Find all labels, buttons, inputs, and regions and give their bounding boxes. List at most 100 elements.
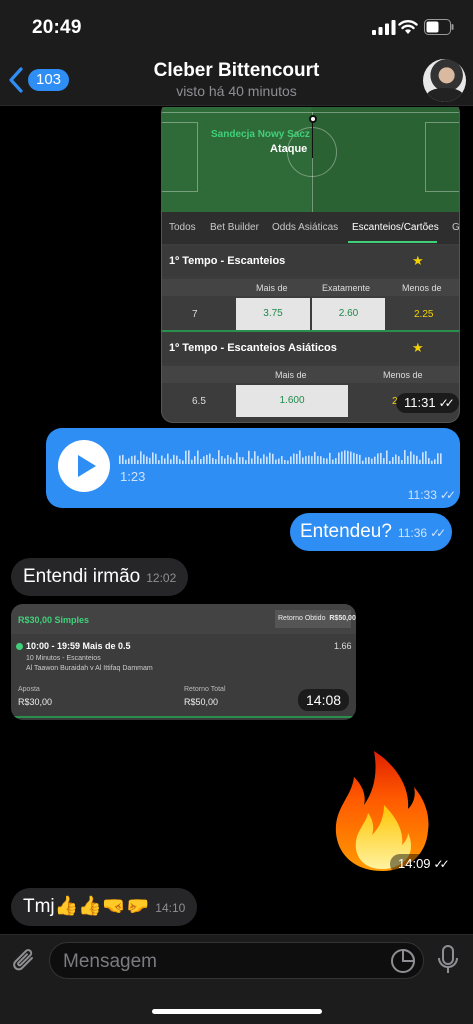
waveform-bar [341, 451, 343, 464]
waveform-bar [305, 456, 307, 464]
message-input[interactable]: Mensagem [49, 942, 424, 979]
waveform-bar [275, 459, 277, 464]
voice-message[interactable]: 1:23 11:33 ✓✓ [46, 428, 460, 508]
waveform-bar [362, 460, 364, 464]
col-mais-de: Mais de [256, 283, 288, 293]
odd-over: 3.75 [236, 298, 310, 330]
waveform-bar [437, 453, 439, 464]
waveform-bar [287, 460, 289, 464]
waveform-bar [332, 459, 334, 464]
waveform-bar [215, 459, 217, 464]
message-timestamp: 12:02 [146, 571, 177, 585]
waveform-bar [251, 458, 253, 464]
check-circle-icon [16, 643, 23, 650]
odd-under: 2.25 [414, 309, 434, 320]
outgoing-message[interactable]: Entendeu? 11:36 ✓✓ [290, 513, 453, 551]
ball-trail [312, 122, 313, 158]
home-indicator [152, 1009, 322, 1014]
waveform-bar [125, 459, 127, 464]
waveform-bar [401, 460, 403, 464]
col-exatamente: Exatamente [322, 283, 371, 293]
contact-avatar[interactable] [423, 59, 466, 102]
waveform-bar [170, 459, 172, 464]
col-menos-de: Menos de [402, 283, 442, 293]
column-headers: Mais de Menos de [162, 366, 459, 384]
incoming-message[interactable]: Tmj👍👍🤜🤛 14:10 [11, 888, 198, 926]
waveform-bar [377, 453, 379, 464]
sticker-icon[interactable] [390, 948, 416, 974]
waveform-bar [368, 457, 370, 464]
waveform-bar [419, 459, 421, 464]
col-menos-de: Menos de [383, 370, 423, 380]
contact-name[interactable]: Cleber Bittencourt [0, 60, 473, 82]
waveform-bar [161, 455, 163, 464]
composer-bar: Mensagem [0, 934, 473, 1024]
waveform-bar [209, 453, 211, 464]
waveform-bar [284, 460, 286, 464]
waveform-bar [278, 458, 280, 464]
waveform-bar [173, 454, 175, 464]
waveform-bar [299, 450, 301, 464]
section-divider [162, 330, 459, 332]
waveform-bar [386, 450, 388, 464]
waveform-bar [392, 457, 394, 464]
waveform-bar [266, 456, 268, 464]
section-title: 1º Tempo - Escanteios [169, 255, 286, 267]
waveform-bar [152, 452, 154, 464]
waveform-bar [317, 456, 319, 464]
waveform-bar [149, 457, 151, 464]
waveform-bar [122, 454, 124, 464]
waveform-bar [164, 458, 166, 464]
waveform-bar [200, 458, 202, 464]
chat-header: 103 Cleber Bittencourt visto há 40 minut… [0, 56, 473, 106]
bet-receipt-message[interactable]: R$30,00 Simples Retorno Obtido R$50,00 1… [11, 604, 356, 720]
total-label: Retorno Total [184, 686, 226, 693]
paperclip-icon[interactable] [10, 945, 38, 977]
tab-bet-builder: Bet Builder [210, 222, 259, 233]
star-icon: ★ [412, 340, 424, 355]
waveform-bar [218, 450, 220, 464]
waveform-bar [191, 459, 193, 464]
waveform-bar [416, 455, 418, 464]
play-icon[interactable] [58, 440, 110, 492]
market-tabs: Todos Bet Builder Odds Asiáticas Escante… [162, 212, 459, 244]
bet-match: Al Taawon Buraidah v Al Ittifaq Dammam [26, 665, 153, 672]
incoming-message[interactable]: Entendi irmão 12:02 [11, 558, 189, 596]
waveform-bar [431, 460, 433, 464]
bet-selection: 10:00 - 19:59 Mais de 0.5 [26, 641, 131, 651]
waveform-bar [308, 455, 310, 464]
cellular-signal-icon [372, 20, 396, 35]
receipt-divider [11, 716, 356, 718]
ball-marker [309, 115, 317, 123]
message-list[interactable]: Sandecja Nowy Sacz Ataque Todos Bet Buil… [0, 107, 473, 934]
bet-screenshot-message[interactable]: Sandecja Nowy Sacz Ataque Todos Bet Buil… [161, 107, 460, 423]
message-timestamp: 14:09 ✓✓ [390, 854, 454, 874]
waveform-bar [311, 456, 313, 464]
waveform-bar [227, 454, 229, 464]
waveform-bar [194, 456, 196, 464]
microphone-icon[interactable] [436, 944, 460, 976]
section-header-asiaticos: 1º Tempo - Escanteios Asiáticos ★ [162, 333, 459, 363]
waveform-bar [242, 457, 244, 464]
waveform-bar [188, 450, 190, 464]
waveform-bar [212, 457, 214, 464]
line-value: 6.5 [192, 396, 206, 407]
waveform-bar [398, 456, 400, 464]
message-timestamp: 11:36 ✓✓ [397, 526, 446, 540]
waveform-bar [239, 457, 241, 464]
waveform-bar [422, 452, 424, 464]
waveform-bar [338, 452, 340, 464]
waveform-bar [131, 456, 133, 464]
waveform-bar [179, 459, 181, 464]
return-box: Retorno Obtido R$50,00 [275, 610, 356, 628]
waveform-bar [119, 455, 121, 464]
receipt-header: R$30,00 Simples Retorno Obtido R$50,00 [11, 604, 356, 634]
odds-row: 7 3.75 2.60 2.25 [162, 296, 459, 332]
waveform-bar [380, 452, 382, 464]
read-checkmarks-icon: ✓✓ [430, 526, 446, 540]
waveform-bar [428, 458, 430, 464]
waveform-bar [353, 452, 355, 464]
waveform-bar [263, 454, 265, 464]
waveform-bar [347, 450, 349, 464]
voice-waveform[interactable] [119, 450, 444, 464]
